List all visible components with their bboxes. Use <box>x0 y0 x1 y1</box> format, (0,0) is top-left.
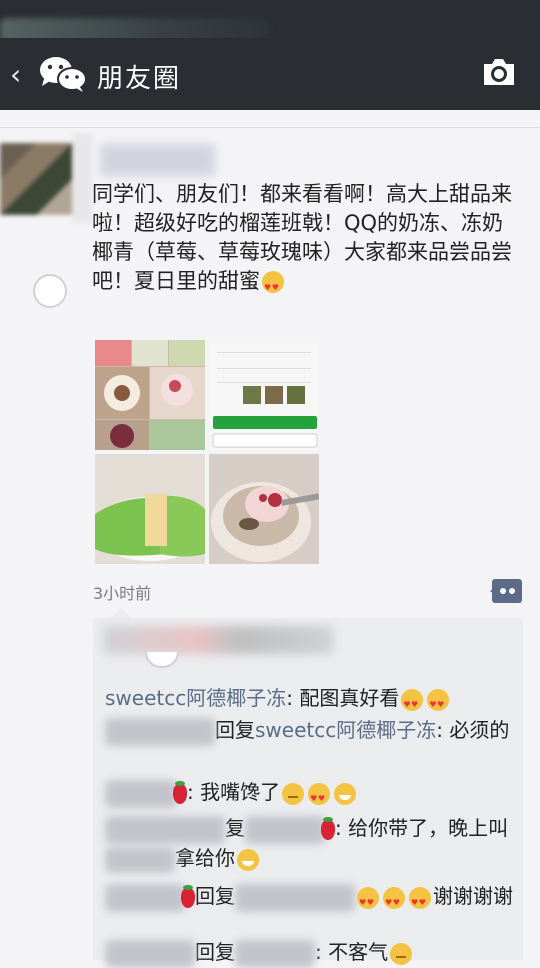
likes-list-blurred[interactable] <box>103 626 333 654</box>
comment-item[interactable]: : 我嘴馋了 <box>105 778 358 813</box>
reply-target[interactable]: sweetcc阿德椰子冻 <box>255 718 436 742</box>
likes-indicator <box>145 652 179 668</box>
comment-text: 谢谢谢谢 <box>433 884 513 908</box>
smirk-emoji-icon <box>390 942 413 965</box>
grin-emoji-icon <box>237 848 259 871</box>
post-text-content: 同学们、朋友们！都来看看啊！高大上甜品来啦！超级好吃的榴莲班戟！QQ的奶冻、冻奶… <box>92 182 512 293</box>
divider <box>0 127 540 128</box>
post-time: 3小时前 <box>93 584 152 603</box>
heart-eyes-emoji-icon <box>262 271 284 302</box>
comment-text: 必须的 <box>449 718 510 742</box>
commenter-blurred[interactable] <box>105 815 225 844</box>
comment-text: 我嘴馋了 <box>200 780 281 804</box>
author-name-blurred[interactable] <box>100 144 215 176</box>
heart-eyes-emoji-icon <box>409 886 431 917</box>
comment-dot-icon <box>500 588 506 594</box>
heart-eyes-emoji-icon <box>427 688 450 719</box>
smirk-emoji-icon <box>282 782 305 805</box>
status-bar <box>0 0 540 48</box>
commenter-blurred[interactable] <box>105 717 215 746</box>
avatar[interactable] <box>0 133 92 223</box>
heart-eyes-emoji-icon <box>357 886 379 917</box>
comment-item[interactable]: sweetcc阿德椰子冻: 配图真好看 <box>105 684 451 719</box>
heart-eyes-emoji-icon <box>401 688 424 719</box>
comment-dot-icon <box>509 588 515 594</box>
page-title: 朋友圈 <box>97 64 182 94</box>
heart-eyes-emoji-icon <box>308 782 331 813</box>
nav-bar: ‹ 朋友圈 <box>0 38 540 110</box>
image-grid <box>95 340 319 564</box>
commenter-blurred[interactable] <box>105 939 195 968</box>
comments-panel: sweetcc阿德椰子冻: 配图真好看 回复sweetcc阿德椰子冻: 必须的 … <box>93 608 523 968</box>
heart-eyes-emoji-icon <box>383 886 405 917</box>
comment-button[interactable] <box>490 579 522 603</box>
strawberry-emoji-icon <box>173 780 187 804</box>
strawberry-emoji-icon <box>321 816 335 840</box>
camera-icon[interactable] <box>481 56 517 88</box>
durian-pancake-image[interactable] <box>95 454 205 564</box>
pin-icon <box>33 274 67 308</box>
comment-item[interactable]: 回复: 不客气 <box>105 938 414 968</box>
post-text: 同学们、朋友们！都来看看啊！高大上甜品来啦！超级好吃的榴莲班戟！QQ的奶冻、冻奶… <box>92 180 512 302</box>
coconut-jelly-image[interactable] <box>209 454 319 564</box>
comment-text: 给你带了，晚上叫 <box>348 816 509 840</box>
reply-target-blurred[interactable] <box>235 939 315 968</box>
comment-text: 不客气 <box>328 940 389 964</box>
grin-emoji-icon <box>334 782 357 805</box>
comment-item[interactable]: 回复谢谢谢谢 <box>105 882 513 917</box>
comment-item[interactable]: 回复sweetcc阿德椰子冻: 必须的 <box>105 716 509 746</box>
name-blurred <box>105 846 175 873</box>
comment-author[interactable]: sweetcc阿德椰子冻 <box>105 686 286 710</box>
order-screenshot-image[interactable] <box>209 340 319 450</box>
comment-text: 配图真好看 <box>299 686 400 710</box>
dessert-collage-image[interactable] <box>95 340 205 450</box>
commenter-blurred[interactable] <box>105 883 185 912</box>
strawberry-emoji-icon <box>181 884 195 908</box>
comment-continuation: 拿给你 <box>105 844 261 873</box>
reply-target-blurred[interactable] <box>235 883 355 912</box>
comment-item[interactable]: 复: 给你带了，晚上叫 <box>105 814 508 844</box>
reply-target-blurred[interactable] <box>245 815 325 844</box>
back-button[interactable]: ‹ <box>10 58 21 91</box>
wechat-icon <box>40 57 87 92</box>
commenter-blurred[interactable] <box>105 779 177 808</box>
